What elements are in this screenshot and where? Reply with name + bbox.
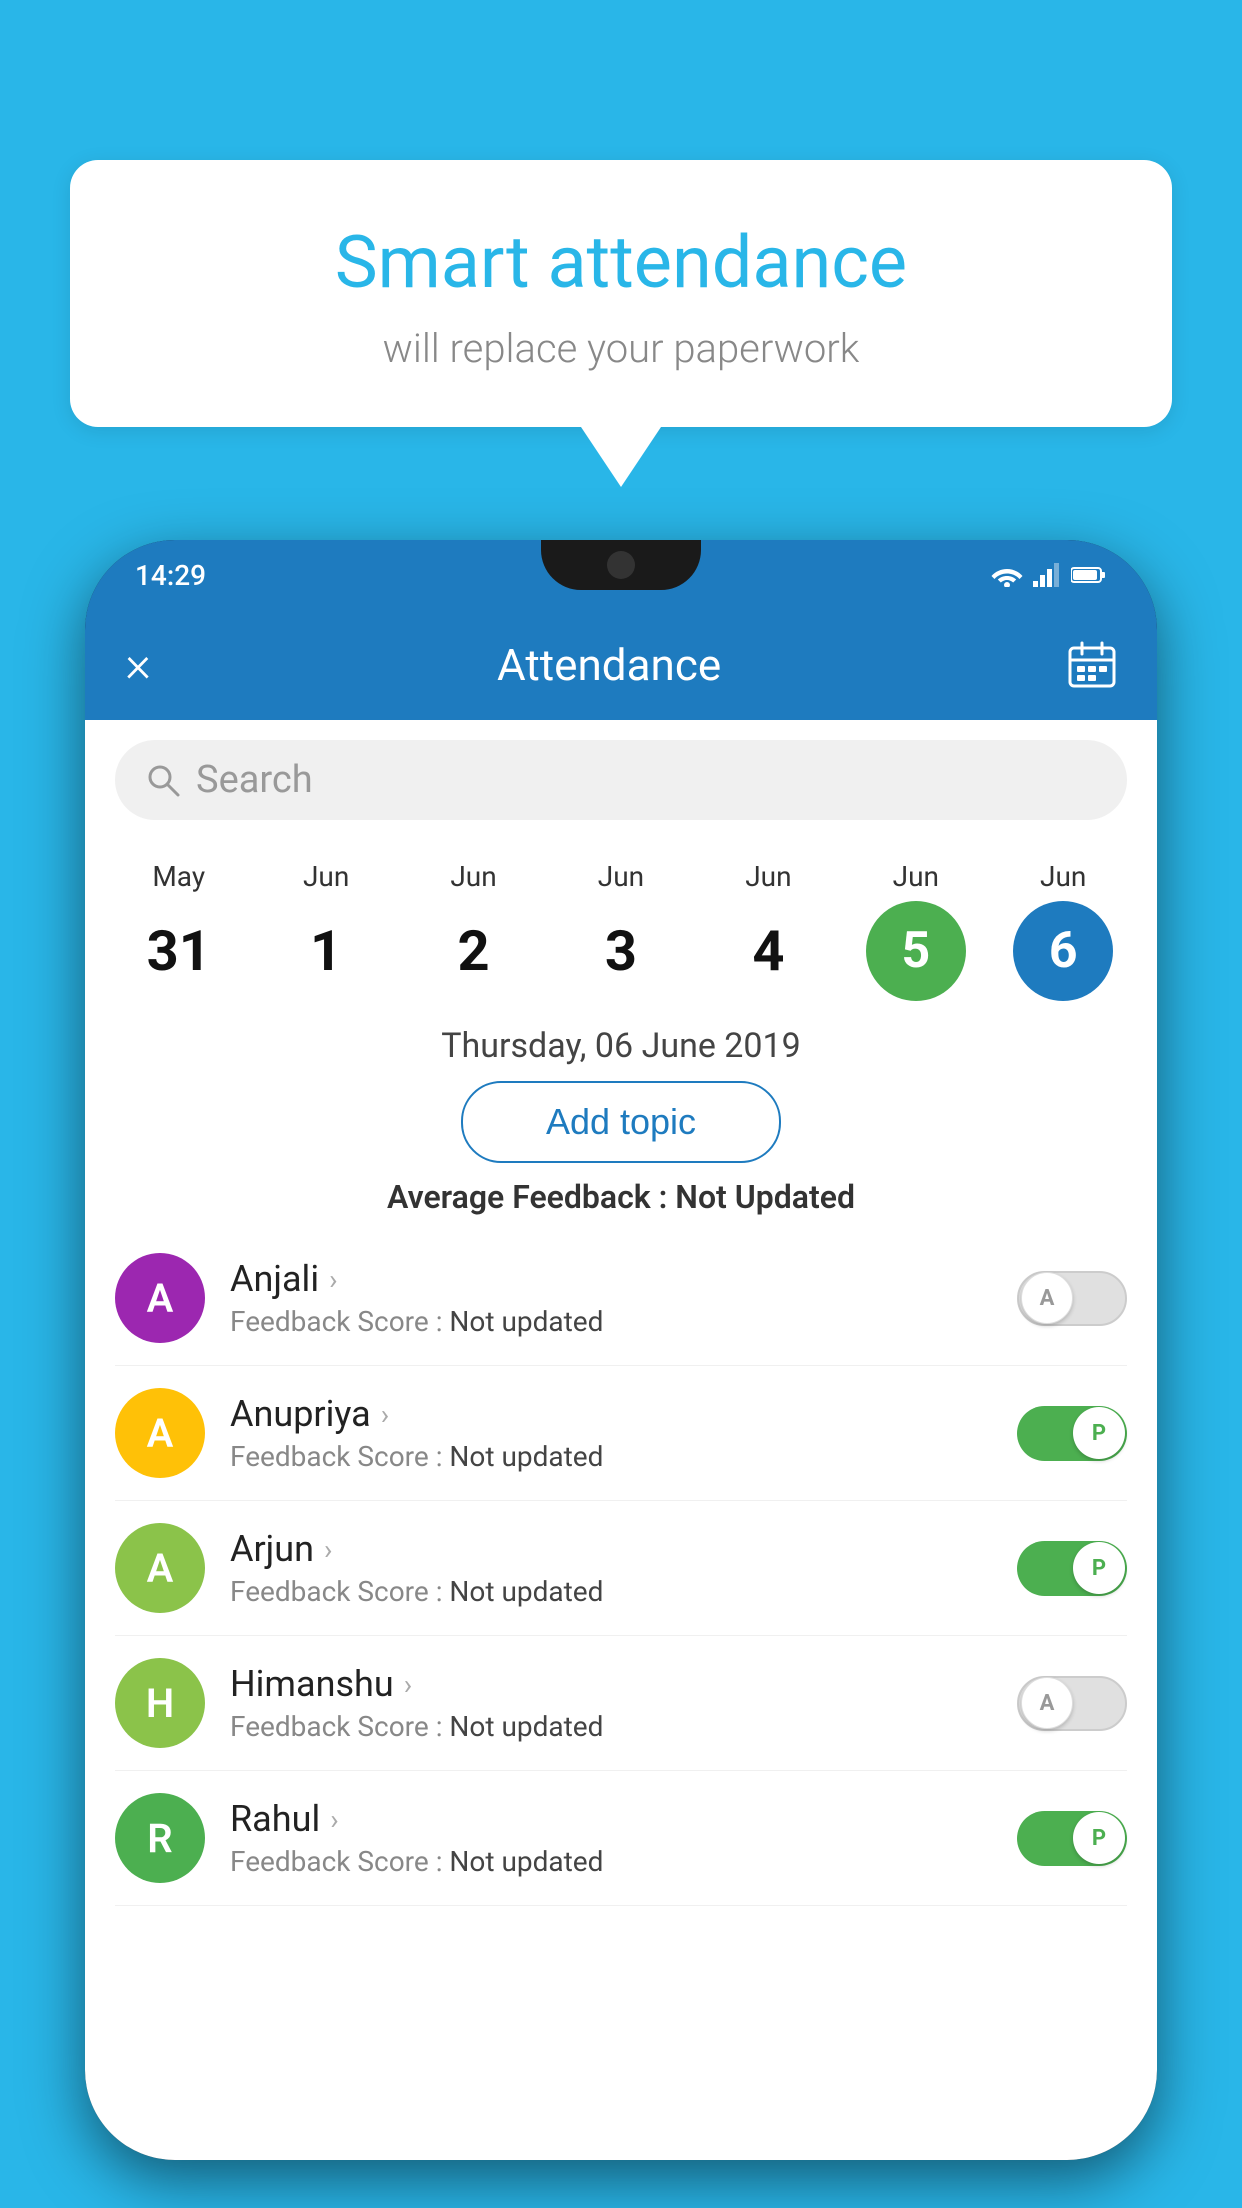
speech-bubble-subtitle: will replace your paperwork (130, 325, 1112, 372)
search-input-placeholder: Search (196, 758, 313, 802)
calendar-day-6[interactable]: Jun6 (1003, 860, 1123, 1001)
student-avatar: A (115, 1523, 205, 1613)
notch (541, 540, 701, 590)
student-item[interactable]: A Anupriya › Feedback Score : Not updatedP (115, 1366, 1127, 1501)
calendar-day-3[interactable]: Jun3 (561, 860, 681, 1001)
student-feedback: Feedback Score : Not updated (230, 1440, 1017, 1473)
wifi-icon (991, 563, 1023, 587)
student-item[interactable]: AAnjali ›Feedback Score : Not updatedA (115, 1231, 1127, 1366)
calendar-icon[interactable] (1067, 640, 1117, 690)
student-feedback: Feedback Score : Not updated (230, 1845, 1017, 1878)
calendar-day-4[interactable]: Jun4 (708, 860, 828, 1001)
phone-frame: 14:29 (85, 540, 1157, 2160)
student-list: AAnjali ›Feedback Score : Not updatedAAA… (85, 1231, 1157, 1906)
student-item[interactable]: A Arjun › Feedback Score : Not updatedP (115, 1501, 1127, 1636)
add-topic-container: Add topic (85, 1081, 1157, 1163)
speech-bubble-title: Smart attendance (130, 220, 1112, 305)
selected-date-display: Thursday, 06 June 2019 (85, 1026, 1157, 1066)
app-screen: Search May31Jun1Jun2Jun3Jun4Jun5Jun6 Thu… (85, 720, 1157, 2160)
speech-bubble-tail (581, 427, 661, 487)
signal-icon (1033, 563, 1061, 587)
avg-feedback-value: Not Updated (675, 1178, 855, 1216)
app-header: × Attendance (85, 610, 1157, 720)
attendance-toggle[interactable]: A (1017, 1271, 1127, 1326)
student-item[interactable]: H Himanshu › Feedback Score : Not updatedA (115, 1636, 1127, 1771)
student-avatar: A (115, 1388, 205, 1478)
attendance-toggle[interactable]: A (1017, 1676, 1127, 1731)
student-feedback: Feedback Score : Not updated (230, 1710, 1017, 1743)
avg-feedback-label: Average Feedback : (387, 1178, 667, 1216)
calendar-day-2[interactable]: Jun2 (414, 860, 534, 1001)
status-bar: 14:29 (85, 540, 1157, 610)
add-topic-button[interactable]: Add topic (461, 1081, 781, 1163)
attendance-toggle[interactable]: P (1017, 1541, 1127, 1596)
student-name: Himanshu › (230, 1663, 1017, 1705)
student-name: Arjun › (230, 1528, 1017, 1570)
battery-icon (1071, 565, 1107, 585)
notch-camera (607, 551, 635, 579)
student-name: Anupriya › (230, 1393, 1017, 1435)
attendance-toggle[interactable]: P (1017, 1811, 1127, 1866)
student-feedback: Feedback Score : Not updated (230, 1305, 1017, 1338)
status-time: 14:29 (135, 559, 206, 592)
calendar-day-1[interactable]: Jun1 (266, 860, 386, 1001)
header-title: Attendance (497, 639, 721, 691)
student-avatar: H (115, 1658, 205, 1748)
student-name: Anjali › (230, 1258, 1017, 1300)
average-feedback: Average Feedback : Not Updated (85, 1178, 1157, 1216)
student-name: Rahul › (230, 1798, 1017, 1840)
attendance-toggle[interactable]: P (1017, 1406, 1127, 1461)
calendar-day-0[interactable]: May31 (119, 860, 239, 1001)
search-icon (145, 762, 181, 798)
speech-bubble: Smart attendance will replace your paper… (70, 160, 1172, 427)
status-icons (991, 563, 1107, 587)
speech-bubble-container: Smart attendance will replace your paper… (70, 160, 1172, 487)
phone-inner: 14:29 (85, 540, 1157, 2160)
student-item[interactable]: R Rahul › Feedback Score : Not updatedP (115, 1771, 1127, 1906)
student-avatar: A (115, 1253, 205, 1343)
close-button[interactable]: × (125, 640, 151, 690)
calendar-day-5[interactable]: Jun5 (856, 860, 976, 1001)
app-content: Search May31Jun1Jun2Jun3Jun4Jun5Jun6 Thu… (85, 720, 1157, 2160)
student-feedback: Feedback Score : Not updated (230, 1575, 1017, 1608)
calendar-strip: May31Jun1Jun2Jun3Jun4Jun5Jun6 (85, 840, 1157, 1011)
search-bar[interactable]: Search (115, 740, 1127, 820)
student-avatar: R (115, 1793, 205, 1883)
